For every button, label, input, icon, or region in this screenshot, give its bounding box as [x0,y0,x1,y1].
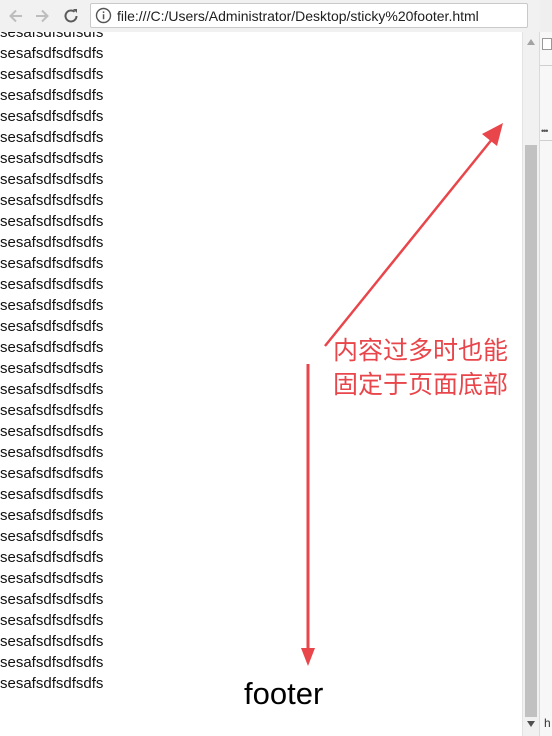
content-line: sesafsdfsdfsdfs [0,171,104,188]
content-line: sesafsdfsdfsdfs [0,675,104,692]
forward-button[interactable] [32,6,52,26]
content-line: sesafsdfsdfsdfs [0,213,104,230]
vertical-scrollbar[interactable] [522,32,539,736]
content-line: sesafsdfsdfsdfs [0,633,104,650]
content-line: sesafsdfsdfsdfs [0,192,104,209]
side-letter: h [544,716,551,730]
address-bar[interactable]: file:///C:/Users/Administrator/Desktop/s… [90,3,528,28]
content-line: sesafsdfsdfsdfs [0,381,104,398]
content-lines: sesafsdfsdfsdfs sesafsdfsdfsdfs sesafsdfsd… [0,32,103,694]
content-line: sesafsdfsdfsdfs [0,339,104,356]
content-line: sesafsdfsdfsdfs [0,87,104,104]
content-line: sesafsdfsdfsdfs [0,402,104,419]
content-line: sesafsdfsdfsdfs [0,612,104,629]
reload-icon [64,9,78,23]
annotation-line-1: 内容过多时也能 [333,337,509,365]
content-line: sesafsdfsdfsdfs [0,591,104,608]
content-line: sesafsdfsdfsdfs [0,360,104,377]
page-icon [542,38,552,50]
reload-button[interactable] [61,6,81,26]
scroll-up-icon[interactable] [527,39,535,45]
content-line: sesafsdfsdfsdfs [0,108,104,125]
content-line: sesafsdfsdfsdfs [0,45,104,62]
content-line: sesafsdfsdfsdfs [0,549,104,566]
annotation-line-2: 固定于页面底部 [333,371,509,399]
content-line: sesafsdfsdfsdfs [0,570,104,587]
back-arrow-icon [9,9,22,23]
content-line: sesafsdfsdfsdfs [0,528,104,545]
more-icon: ••• [541,126,549,136]
toolbar-edge [540,0,552,32]
scroll-thumb[interactable] [525,145,537,717]
content-line: sesafsdfsdfsdfs [0,654,104,671]
adjacent-window-strip: ••• h [539,32,552,736]
content-line: sesafsdfsdfsdfs [0,276,104,293]
forward-arrow-icon [36,9,49,23]
content-line: sesafsdfsdfsdfs [0,486,104,503]
scroll-down-icon[interactable] [527,721,535,727]
divider [540,140,552,141]
info-icon[interactable] [95,7,112,24]
content-line: sesafsdfsdfsdfs [0,32,104,41]
content-line: sesafsdfsdfsdfs [0,66,104,83]
content-line: sesafsdfsdfsdfs [0,255,104,272]
content-line: sesafsdfsdfsdfs [0,318,104,335]
url-text[interactable]: file:///C:/Users/Administrator/Desktop/s… [117,8,479,24]
back-button[interactable] [6,6,26,26]
content-line: sesafsdfsdfsdfs [0,423,104,440]
content-line: sesafsdfsdfsdfs [0,465,104,482]
content-line: sesafsdfsdfsdfs [0,129,104,146]
annotation-text: 内容过多时也能 固定于页面底部 [333,334,508,402]
browser-toolbar: file:///C:/Users/Administrator/Desktop/s… [0,0,552,33]
content-line: sesafsdfsdfsdfs [0,507,104,524]
content-line: sesafsdfsdfsdfs [0,150,104,167]
sticky-footer: footer [244,676,324,711]
content-line: sesafsdfsdfsdfs [0,444,104,461]
content-line: sesafsdfsdfsdfs [0,297,104,314]
divider [540,65,552,66]
content-line: sesafsdfsdfsdfs [0,234,104,251]
